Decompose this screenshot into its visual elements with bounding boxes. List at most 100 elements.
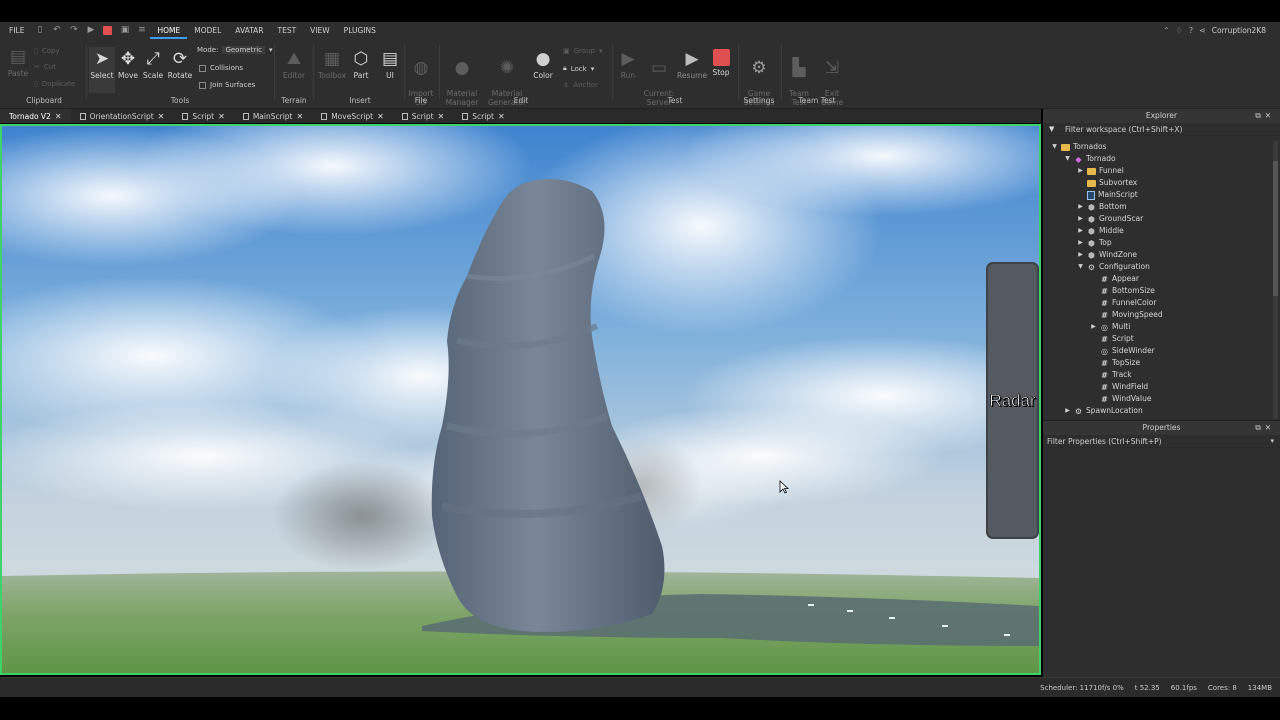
undo-icon[interactable]: ↶ bbox=[52, 26, 61, 35]
expand-down-icon[interactable]: ▼ bbox=[1077, 261, 1084, 273]
tab-script[interactable]: Script ✕ bbox=[393, 109, 453, 123]
collisions-checkbox[interactable] bbox=[199, 64, 206, 72]
tab-script[interactable]: Script ✕ bbox=[173, 109, 233, 123]
tab-plugins[interactable]: PLUGINS bbox=[337, 22, 383, 39]
expand-right-icon[interactable]: ▶ bbox=[1077, 249, 1084, 261]
anchor-button[interactable]: ⚓︎ Anchor bbox=[563, 81, 598, 89]
tab-view[interactable]: VIEW bbox=[303, 22, 337, 39]
notifications-icon[interactable]: ♢ bbox=[1176, 26, 1183, 35]
paste-button[interactable]: ▤ Paste bbox=[6, 47, 30, 78]
tree-item[interactable]: ▶ ⬢ GroundScar bbox=[1077, 213, 1143, 225]
close-icon[interactable]: ✕ bbox=[218, 112, 225, 121]
expand-right-icon[interactable]: ▶ bbox=[1064, 405, 1071, 417]
properties-filter-input[interactable]: Filter Properties (Ctrl+Shift+P) ▾ bbox=[1043, 435, 1280, 448]
explorer-filter-input[interactable]: ▼ Filter workspace (Ctrl+Shift+X) bbox=[1043, 123, 1280, 136]
mode-value[interactable]: Geometric bbox=[222, 46, 265, 54]
panel-buttons[interactable]: ⧉✕ bbox=[1255, 109, 1275, 123]
popout-icon[interactable]: ⧉ bbox=[1255, 423, 1264, 432]
collapse-ribbon-icon[interactable]: ⌃ bbox=[1163, 26, 1170, 35]
tab-orientation-script[interactable]: OrientationScript ✕ bbox=[71, 109, 174, 123]
tree-item[interactable]: # BottomSize bbox=[1090, 285, 1155, 297]
share-icon[interactable]: ⋖ bbox=[1199, 26, 1206, 35]
tree-item[interactable]: ▼ ◆ Tornado bbox=[1064, 153, 1115, 165]
explorer-scroll-thumb[interactable] bbox=[1273, 161, 1278, 296]
tab-model[interactable]: MODEL bbox=[187, 22, 228, 39]
close-icon[interactable]: ✕ bbox=[377, 112, 384, 121]
tree-item[interactable]: ▶ ⬢ WindZone bbox=[1077, 249, 1137, 261]
stop-button[interactable]: Stop bbox=[709, 49, 733, 77]
tree-item[interactable]: Subvortex bbox=[1077, 177, 1137, 189]
rotate-tool-button[interactable]: ⟳ Rotate bbox=[166, 49, 194, 80]
close-icon[interactable]: ✕ bbox=[1265, 423, 1275, 432]
tab-test[interactable]: TEST bbox=[271, 22, 304, 39]
tree-item[interactable]: # TopSize bbox=[1090, 357, 1140, 369]
material-manager-button[interactable]: ● Material Manager bbox=[443, 49, 481, 107]
close-icon[interactable]: ✕ bbox=[297, 112, 304, 121]
help-icon[interactable]: ? bbox=[1189, 26, 1193, 35]
expand-right-icon[interactable]: ▶ bbox=[1077, 213, 1084, 225]
tree-item[interactable]: # FunnelColor bbox=[1090, 297, 1156, 309]
ui-button[interactable]: ▤ UI bbox=[379, 49, 401, 80]
tab-tornado-v2[interactable]: Tornado V2 ✕ bbox=[0, 109, 71, 123]
tree-item[interactable]: # WindField bbox=[1090, 381, 1148, 393]
play-icon[interactable]: ▶ bbox=[86, 26, 95, 35]
tree-item[interactable]: ▼ ⚙ Configuration bbox=[1077, 261, 1150, 273]
close-icon[interactable]: ✕ bbox=[438, 112, 445, 121]
tree-item[interactable]: ▶ Funnel bbox=[1077, 165, 1124, 177]
join-surfaces-checkbox[interactable] bbox=[199, 81, 206, 89]
tree-item[interactable]: MainScript bbox=[1077, 189, 1138, 201]
tab-main-script[interactable]: MainScript ✕ bbox=[234, 109, 312, 123]
expand-right-icon[interactable]: ▶ bbox=[1077, 165, 1084, 177]
new-file-icon[interactable]: ▯ bbox=[35, 26, 44, 35]
close-icon[interactable]: ✕ bbox=[55, 112, 62, 121]
redo-icon[interactable]: ↷ bbox=[69, 26, 78, 35]
tab-avatar[interactable]: AVATAR bbox=[228, 22, 270, 39]
select-tool-button[interactable]: ➤ Select bbox=[89, 47, 115, 93]
tree-item[interactable]: # Script bbox=[1090, 333, 1134, 345]
resume-button[interactable]: ▶ Resume bbox=[677, 49, 707, 80]
tree-item[interactable]: ▼ Tornados bbox=[1051, 141, 1106, 153]
group-button[interactable]: ▣ Group ▾ bbox=[563, 47, 602, 55]
tree-item[interactable]: ▶ ⚙ SpawnLocation bbox=[1064, 405, 1143, 417]
tree-item[interactable]: ▶ ⬢ Middle bbox=[1077, 225, 1124, 237]
collisions-toggle[interactable]: Collisions bbox=[199, 64, 243, 72]
radar-button[interactable]: Radar bbox=[986, 262, 1039, 539]
tree-item[interactable]: # MovingSpeed bbox=[1090, 309, 1162, 321]
expand-down-icon[interactable]: ▼ bbox=[1051, 141, 1058, 153]
username[interactable]: Corruption2K8 bbox=[1212, 26, 1266, 35]
terrain-editor-button[interactable]: ⛰ Editor bbox=[279, 49, 309, 80]
tab-script[interactable]: Script ✕ bbox=[453, 109, 513, 123]
tab-home[interactable]: HOME bbox=[150, 22, 188, 39]
run-button[interactable]: ▶ Run bbox=[616, 49, 640, 80]
expand-right-icon[interactable]: ▶ bbox=[1077, 237, 1084, 249]
tree-item[interactable]: # WindValue bbox=[1090, 393, 1151, 405]
toolbox-button[interactable]: ▦ Toolbox bbox=[316, 49, 348, 80]
chevron-down-icon[interactable]: ▾ bbox=[1270, 435, 1274, 448]
scale-tool-button[interactable]: ⤢ Scale bbox=[140, 49, 166, 80]
stop-icon[interactable] bbox=[103, 26, 113, 35]
expand-right-icon[interactable]: ▶ bbox=[1077, 225, 1084, 237]
move-tool-button[interactable]: ✥ Move bbox=[115, 49, 141, 80]
popout-icon[interactable]: ⧉ bbox=[1255, 111, 1264, 120]
close-icon[interactable]: ✕ bbox=[158, 112, 165, 121]
join-surfaces-toggle[interactable]: Join Surfaces bbox=[199, 81, 255, 89]
3d-viewport[interactable]: Radar bbox=[0, 124, 1041, 675]
expand-right-icon[interactable]: ▶ bbox=[1090, 321, 1097, 333]
duplicate-button[interactable]: ▯ Duplicate bbox=[34, 80, 75, 88]
tree-item[interactable]: ▶ ⬢ Bottom bbox=[1077, 201, 1126, 213]
copy-button[interactable]: ▯ Copy bbox=[34, 47, 60, 55]
tree-item[interactable]: # Track bbox=[1090, 369, 1132, 381]
file-menu[interactable]: FILE bbox=[2, 22, 31, 39]
tree-item[interactable]: # Appear bbox=[1090, 273, 1139, 285]
tree-item[interactable]: ▶ ⬢ Top bbox=[1077, 237, 1111, 249]
tab-move-script[interactable]: MoveScript ✕ bbox=[312, 109, 393, 123]
explorer-scrollbar[interactable] bbox=[1273, 141, 1278, 419]
color-button[interactable]: ● Color bbox=[531, 49, 555, 80]
tree-item[interactable]: ▶ ◎ Multi bbox=[1090, 321, 1130, 333]
close-icon[interactable]: ✕ bbox=[1265, 111, 1275, 120]
customize-icon[interactable]: ≡ bbox=[137, 26, 146, 35]
tree-item[interactable]: ◎ SideWinder bbox=[1090, 345, 1155, 357]
panel-buttons[interactable]: ⧉✕ bbox=[1255, 421, 1275, 435]
expand-right-icon[interactable]: ▶ bbox=[1077, 201, 1084, 213]
close-icon[interactable]: ✕ bbox=[498, 112, 505, 121]
